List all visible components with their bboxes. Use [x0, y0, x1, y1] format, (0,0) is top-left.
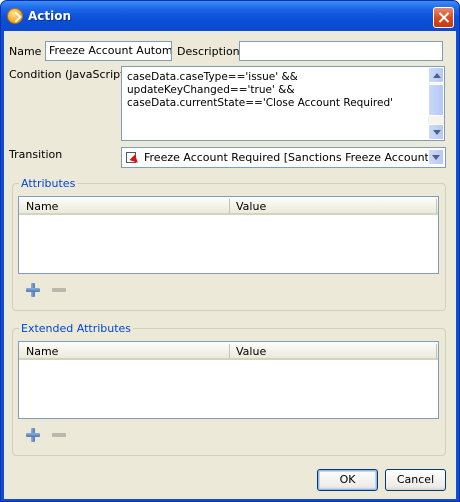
add-extended-attribute-plus-icon[interactable]: [26, 428, 40, 442]
condition-editor[interactable]: caseData.caseType=='issue' && updateKeyC…: [121, 66, 445, 141]
name-field[interactable]: Freeze Account Automat: [45, 41, 172, 61]
transition-icon: [126, 152, 140, 164]
title-bar[interactable]: Action: [1, 1, 459, 31]
condition-label: Condition (JavaScript): [9, 68, 129, 81]
scroll-down-button[interactable]: [428, 124, 444, 140]
column-header-name[interactable]: Name: [26, 345, 58, 358]
column-header-name[interactable]: Name: [26, 200, 58, 213]
condition-line: caseData.caseType=='issue' &&: [127, 71, 298, 83]
column-header-value[interactable]: Value: [236, 345, 266, 358]
transition-select[interactable]: Freeze Account Required [Sanctions Freez…: [121, 147, 446, 168]
cancel-button[interactable]: Cancel: [385, 469, 446, 491]
condition-line: updateKeyChanged=='true' &&: [127, 84, 295, 96]
action-dialog: Action Name Freeze Account Automat Descr…: [0, 0, 460, 502]
transition-value: Freeze Account Required [Sanctions Freez…: [144, 151, 434, 164]
action-icon: [7, 8, 23, 24]
add-attribute-plus-icon[interactable]: [26, 283, 40, 297]
remove-attribute-minus-icon[interactable]: [52, 288, 66, 292]
attributes-table[interactable]: Name Value: [18, 196, 439, 274]
description-label: Description: [177, 45, 240, 58]
dialog-body: Name Freeze Account Automat Description …: [4, 31, 456, 499]
close-icon[interactable]: [433, 7, 454, 28]
description-field[interactable]: [239, 41, 443, 61]
column-header-value[interactable]: Value: [236, 200, 266, 213]
condition-scrollbar[interactable]: [428, 67, 444, 140]
table-header: Name Value: [19, 342, 438, 360]
extended-attributes-group-title: Extended Attributes: [19, 322, 134, 335]
extended-attributes-table[interactable]: Name Value: [18, 341, 439, 419]
table-header: Name Value: [19, 197, 438, 215]
attributes-group-title: Attributes: [19, 177, 78, 190]
name-label: Name: [9, 45, 42, 58]
remove-extended-attribute-minus-icon[interactable]: [52, 433, 66, 437]
condition-line: caseData.currentState=='Close Account Re…: [127, 97, 393, 109]
scroll-up-button[interactable]: [428, 67, 444, 83]
scroll-thumb[interactable]: [428, 84, 444, 116]
window-title: Action: [28, 9, 72, 23]
transition-label: Transition: [9, 148, 63, 161]
ok-button[interactable]: OK: [317, 469, 378, 491]
chevron-down-icon[interactable]: [428, 149, 444, 165]
